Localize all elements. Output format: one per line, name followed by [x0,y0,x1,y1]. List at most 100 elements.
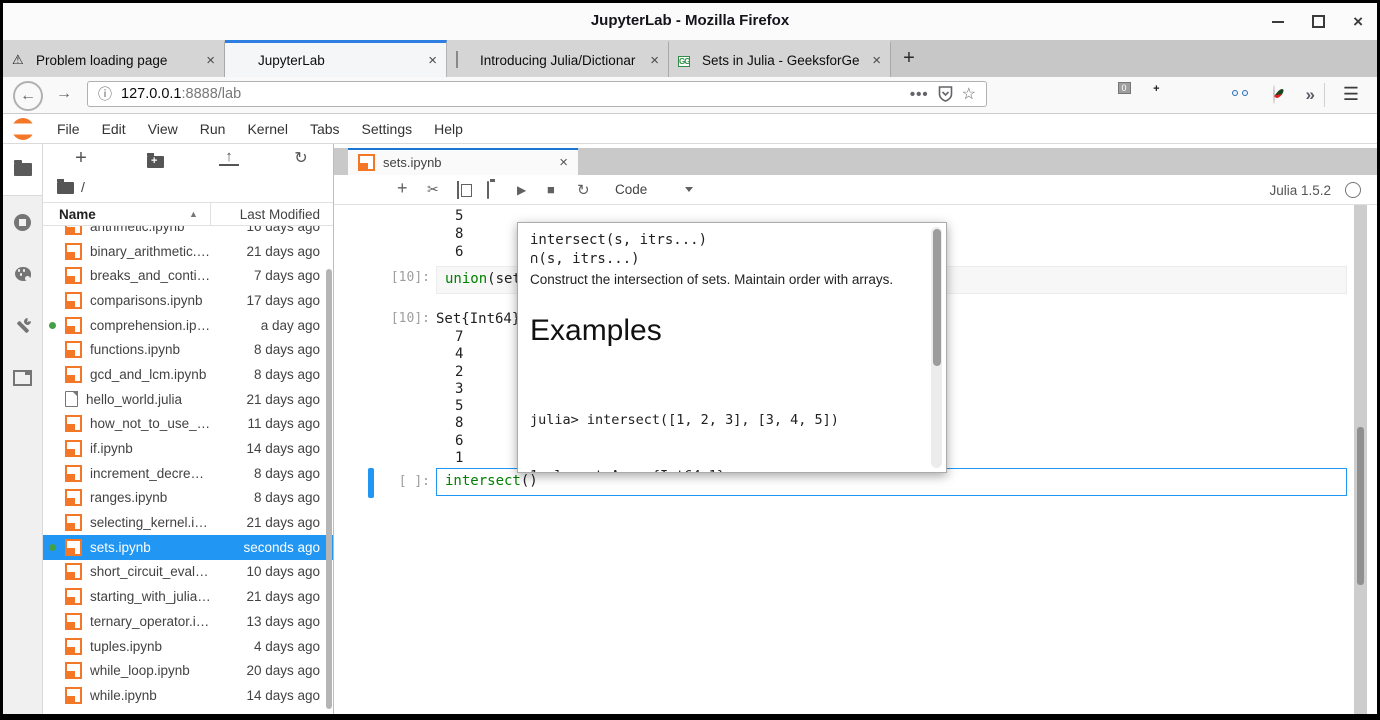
running-dot [49,322,56,329]
file-row[interactable]: if.ipynb14 days ago [43,436,333,461]
file-browser-toolbar: + ↑ ↻ [43,144,333,176]
extension-disabled-icon[interactable]: 0 [1108,86,1126,104]
file-row[interactable]: comprehension.ip…a day ago [43,313,333,338]
column-name[interactable]: Name [59,207,96,222]
file-row[interactable]: how_not_to_use_…11 days ago [43,412,333,437]
sidebar-tab-commands[interactable] [3,248,42,300]
menu-settings[interactable]: Settings [351,121,424,137]
file-row[interactable]: ranges.ipynb8 days ago [43,486,333,511]
menu-edit[interactable]: Edit [91,121,137,137]
tab-close-icon[interactable]: × [650,52,659,69]
menu-tabs[interactable]: Tabs [299,121,351,137]
browser-tab-problem[interactable]: ⚠ Problem loading page × [3,40,225,77]
browser-tab-jupyterlab[interactable]: JupyterLab × [225,40,447,77]
file-row[interactable]: short_circuit_eval…10 days ago [43,560,333,585]
kernel-status-icon[interactable] [1345,182,1361,198]
file-row[interactable]: starting_with_julia…21 days ago [43,584,333,609]
menu-file[interactable]: File [46,121,91,137]
sidebar-tab-open-tabs[interactable] [3,352,42,404]
file-row[interactable]: selecting_kernel.i…21 days ago [43,510,333,535]
extension-diamond-icon[interactable] [1207,86,1225,104]
file-list-scrollbar[interactable] [326,269,332,709]
extension-badge: 0 [1118,82,1131,94]
site-info-icon[interactable]: ⓘ [98,84,112,104]
minimize-button[interactable] [1272,21,1284,23]
cut-cells-button[interactable]: ✂ [427,181,457,198]
menu-help[interactable]: Help [423,121,474,137]
folder-icon [14,163,32,176]
add-cell-button[interactable]: + [397,178,427,199]
extension-monkey-icon[interactable] [1240,86,1258,104]
completion-tooltip: intersect(s, itrs...) ∩(s, itrs...) Cons… [517,222,947,473]
notebook-tab-close-icon[interactable]: × [559,154,568,171]
sidebar-tab-files[interactable] [3,144,42,196]
tab-close-icon[interactable]: × [206,52,215,69]
extension-bars-icon[interactable] [1174,86,1192,104]
column-last-modified[interactable]: Last Modified [240,207,320,222]
cell-type-value: Code [615,182,647,197]
menu-hamburger-icon[interactable]: ☰ [1343,84,1359,105]
upload-button[interactable]: ↑ [219,149,239,166]
sidebar-tab-running[interactable] [3,196,42,248]
tooltip-scrollbar-thumb[interactable] [933,229,941,366]
paste-cells-button[interactable] [487,182,517,198]
file-row[interactable]: functions.ipynb8 days ago [43,337,333,362]
new-tab-button[interactable]: + [891,40,927,77]
signature-line: intersect(s, itrs...) [530,231,916,250]
menu-view[interactable]: View [137,121,189,137]
page-actions-icon[interactable]: ••• [910,86,929,103]
forward-button[interactable]: → [51,81,77,107]
tab-label: Introducing Julia/Dictionar [480,53,642,68]
run-cell-button[interactable]: ▶ [517,183,547,197]
root-folder-icon[interactable] [57,182,74,194]
wrench-icon [14,318,31,335]
restart-kernel-button[interactable]: ↻ [577,181,607,199]
notebook-toolbar: + ✂ ▶ ■ ↻ Code Julia 1.5.2 [334,175,1377,205]
file-row[interactable]: arithmetic.ipynb16 days ago [43,226,333,239]
notebook-scrollbar-thumb[interactable] [1357,427,1364,585]
file-row[interactable]: increment_decre…8 days ago [43,461,333,486]
tab-close-icon[interactable]: × [428,52,437,69]
file-row[interactable]: comparisons.ipynb17 days ago [43,288,333,313]
interrupt-kernel-button[interactable]: ■ [547,182,577,197]
kernel-name[interactable]: Julia 1.5.2 [1269,183,1331,198]
notebook-tab[interactable]: sets.ipynb × [348,148,578,175]
tab-close-icon[interactable]: × [872,52,881,69]
cell-type-dropdown[interactable]: Code [615,182,693,197]
url-bar[interactable]: ⓘ 127.0.0.1:8888/lab ••• ☆ [87,81,987,107]
maximize-button[interactable] [1312,15,1325,28]
notebook-file-icon [65,687,82,704]
file-row[interactable]: gcd_and_lcm.ipynb8 days ago [43,362,333,387]
bookmark-star-icon[interactable]: ☆ [962,84,976,104]
sidebar-tab-inspector[interactable] [3,300,42,352]
browser-tab-julia-dictionary[interactable]: Introducing Julia/Dictionar × [447,40,669,77]
file-row[interactable]: ternary_operator.i…13 days ago [43,609,333,634]
file-row[interactable]: binary_arithmetic.…21 days ago [43,239,333,264]
jupyterlab-menubar: File Edit View Run Kernel Tabs Settings … [3,114,1377,144]
new-launcher-button[interactable]: + [71,147,91,170]
menu-run[interactable]: Run [189,121,237,137]
menu-kernel[interactable]: Kernel [236,121,298,137]
pocket-shield-icon[interactable] [938,86,953,102]
file-row[interactable]: breaks_and_conti…7 days ago [43,263,333,288]
close-window-button[interactable]: × [1353,13,1363,30]
file-row-selected[interactable]: sets.ipynbseconds ago [43,535,333,560]
notebook-file-icon [65,662,82,679]
extension-grid-icon[interactable] [1141,86,1159,104]
notebook-file-icon [65,489,82,506]
extension-feather-icon[interactable] [1273,86,1291,104]
breadcrumb[interactable]: / [43,176,333,202]
back-button[interactable]: ← [13,81,43,111]
file-row[interactable]: while_loop.ipynb20 days ago [43,658,333,683]
signature-line: ∩(s, itrs...) [530,250,916,269]
file-row[interactable]: hello_world.julia21 days ago [43,387,333,412]
browser-tab-geeksforgeeks[interactable]: GG Sets in Julia - GeeksforGe × [669,40,891,77]
file-row[interactable]: tuples.ipynb4 days ago [43,634,333,659]
new-folder-button[interactable] [145,153,165,173]
url-text: 127.0.0.1:8888/lab [121,86,241,102]
refresh-button[interactable]: ↻ [291,148,311,168]
file-row[interactable]: while.ipynb14 days ago [43,683,333,708]
notebook-file-icon [65,563,82,580]
copy-cells-button[interactable] [457,182,487,198]
overflow-chevrons-icon[interactable]: » [1306,85,1315,105]
